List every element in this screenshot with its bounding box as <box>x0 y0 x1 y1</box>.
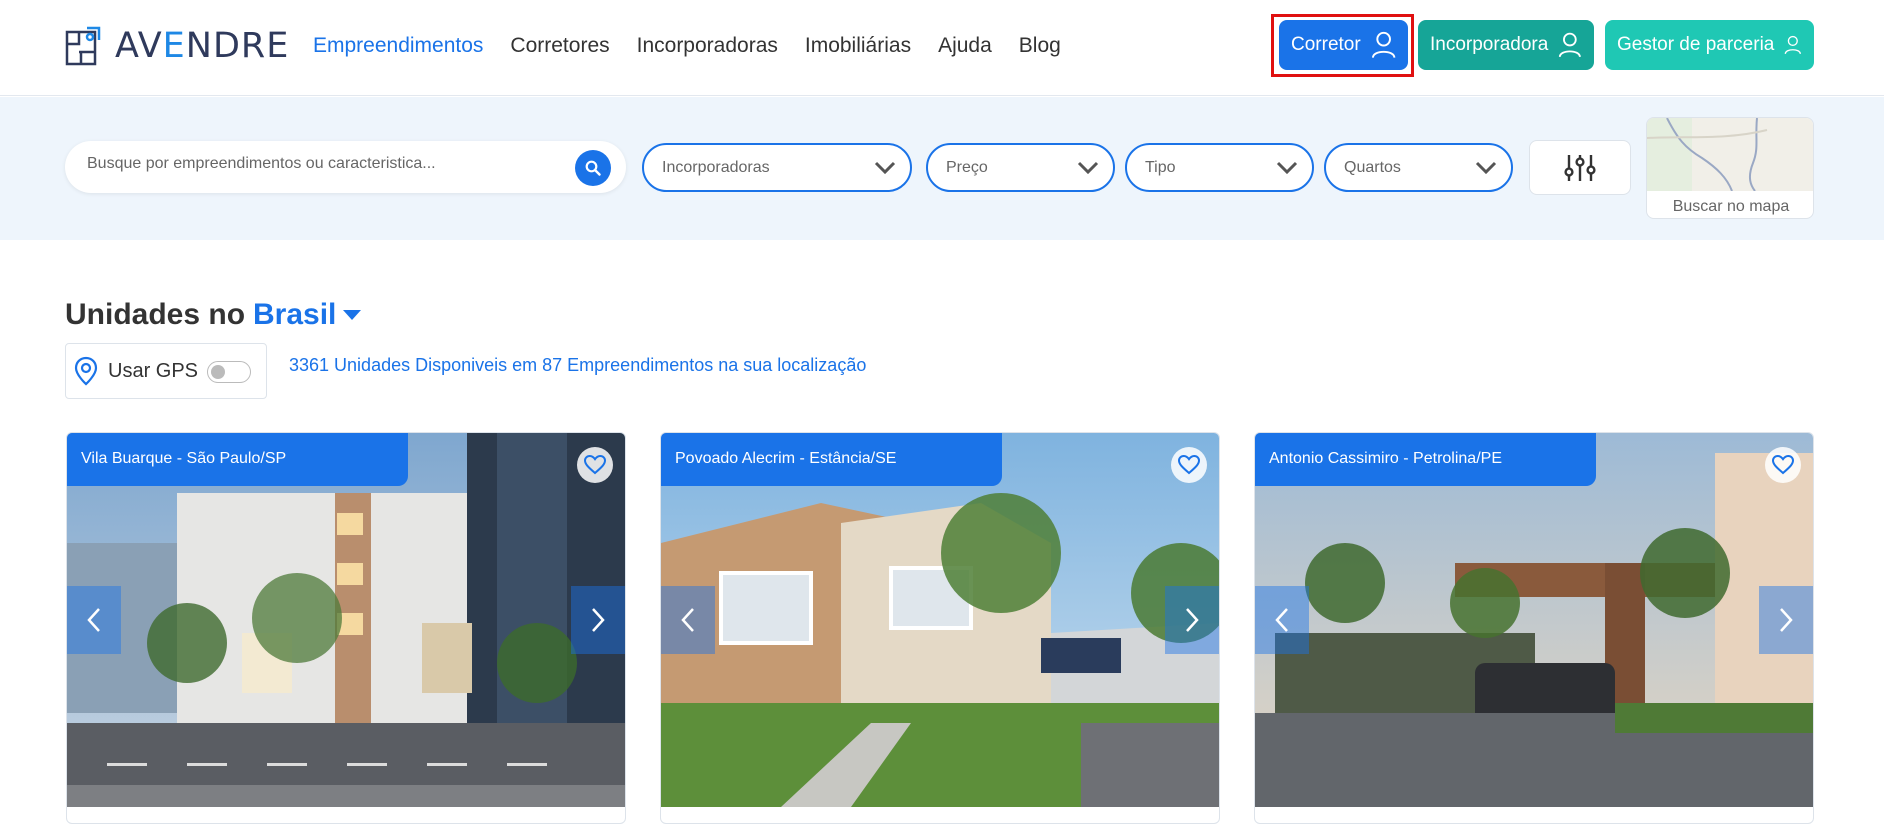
incorporadora-login-button[interactable]: Incorporadora <box>1418 20 1594 70</box>
quartos-select[interactable]: Quartos <box>1324 143 1513 192</box>
incorporadoras-select[interactable]: Incorporadoras <box>642 143 912 192</box>
search-box <box>65 141 626 193</box>
gestor-parceria-login-button[interactable]: Gestor de parceria <box>1605 20 1814 70</box>
property-card[interactable]: Povoado Alecrim - Estância/SE <box>660 432 1220 824</box>
location-pin-icon <box>74 356 98 386</box>
heart-icon <box>1772 455 1794 475</box>
incorporadora-button-label: Incorporadora <box>1430 34 1549 55</box>
map-search-button[interactable]: Buscar no mapa <box>1646 117 1814 219</box>
chevron-right-icon <box>1186 608 1199 632</box>
chevron-down-icon <box>1475 161 1497 175</box>
heart-icon <box>584 455 606 475</box>
search-button[interactable] <box>575 150 611 186</box>
property-card[interactable]: Vila Buarque - São Paulo/SP <box>66 432 626 824</box>
chevron-down-icon <box>1077 161 1099 175</box>
chevron-left-icon <box>681 608 694 632</box>
units-available-link[interactable]: 3361 Unidades Disponiveis em 87 Empreend… <box>289 355 866 376</box>
carousel-next-button[interactable] <box>1165 586 1219 654</box>
search-filter-band: Incorporadoras Preço Tipo Quartos Buscar… <box>0 97 1884 240</box>
carousel-prev-button[interactable] <box>661 586 715 654</box>
carousel-next-button[interactable] <box>571 586 625 654</box>
property-image <box>661 433 1219 807</box>
corretor-login-button[interactable]: Corretor <box>1279 20 1408 70</box>
top-header: AVENDRE Empreendimentos Corretores Incor… <box>0 0 1884 96</box>
chevron-right-icon <box>592 608 605 632</box>
nav-imobiliarias[interactable]: Imobiliárias <box>805 34 911 58</box>
carousel-prev-button[interactable] <box>67 586 121 654</box>
avendre-logo[interactable]: AVENDRE <box>65 26 289 66</box>
nav-incorporadoras[interactable]: Incorporadoras <box>637 34 778 58</box>
user-icon <box>1559 32 1582 58</box>
logo-building-icon <box>65 26 101 66</box>
nav-ajuda[interactable]: Ajuda <box>938 34 992 58</box>
user-icon <box>1785 35 1802 55</box>
gps-label: Usar GPS <box>108 359 199 382</box>
main-nav: Empreendimentos Corretores Incorporadora… <box>313 34 1088 58</box>
property-image <box>1255 433 1813 807</box>
quartos-select-value: Quartos <box>1344 158 1401 176</box>
favorite-button[interactable] <box>1765 447 1801 483</box>
logo-text: AVENDRE <box>115 26 290 66</box>
heart-icon <box>1178 455 1200 475</box>
gps-toggle-box: Usar GPS <box>65 343 267 399</box>
user-icon <box>1371 31 1396 58</box>
property-image <box>67 433 625 807</box>
gps-switch[interactable] <box>207 361 251 383</box>
carousel-prev-button[interactable] <box>1255 586 1309 654</box>
search-icon <box>585 160 601 176</box>
nav-empreendimentos[interactable]: Empreendimentos <box>313 34 483 58</box>
preco-select[interactable]: Preço <box>926 143 1115 192</box>
favorite-button[interactable] <box>1171 447 1207 483</box>
chevron-left-icon <box>1275 608 1288 632</box>
gps-switch-knob <box>211 365 225 379</box>
card-location-tag: Vila Buarque - São Paulo/SP <box>67 433 408 486</box>
location-selector[interactable]: Brasil <box>253 298 336 332</box>
chevron-right-icon <box>1780 608 1793 632</box>
incorporadoras-select-value: Incorporadoras <box>662 158 770 176</box>
favorite-button[interactable] <box>577 447 613 483</box>
nav-blog[interactable]: Blog <box>1019 34 1061 58</box>
sliders-icon <box>1564 154 1596 181</box>
card-location-tag: Antonio Cassimiro - Petrolina/PE <box>1255 433 1596 486</box>
title-prefix: Unidades no <box>65 298 246 331</box>
caret-down-icon[interactable] <box>342 308 362 322</box>
advanced-filters-button[interactable] <box>1529 140 1631 195</box>
nav-corretores[interactable]: Corretores <box>510 34 609 58</box>
search-input[interactable] <box>87 155 547 173</box>
card-location-tag: Povoado Alecrim - Estância/SE <box>661 433 1002 486</box>
chevron-down-icon <box>1276 161 1298 175</box>
units-section-title: Unidades no Brasil <box>65 298 362 332</box>
chevron-down-icon <box>874 161 896 175</box>
chevron-left-icon <box>87 608 100 632</box>
preco-select-value: Preço <box>946 158 988 176</box>
tipo-select[interactable]: Tipo <box>1125 143 1314 192</box>
gestor-button-label: Gestor de parceria <box>1617 34 1775 55</box>
tipo-select-value: Tipo <box>1145 158 1176 176</box>
property-card[interactable]: Antonio Cassimiro - Petrolina/PE <box>1254 432 1814 824</box>
map-search-label: Buscar no mapa <box>1672 198 1790 215</box>
map-thumbnail <box>1647 118 1813 191</box>
carousel-next-button[interactable] <box>1759 586 1813 654</box>
corretor-button-label: Corretor <box>1291 34 1361 55</box>
